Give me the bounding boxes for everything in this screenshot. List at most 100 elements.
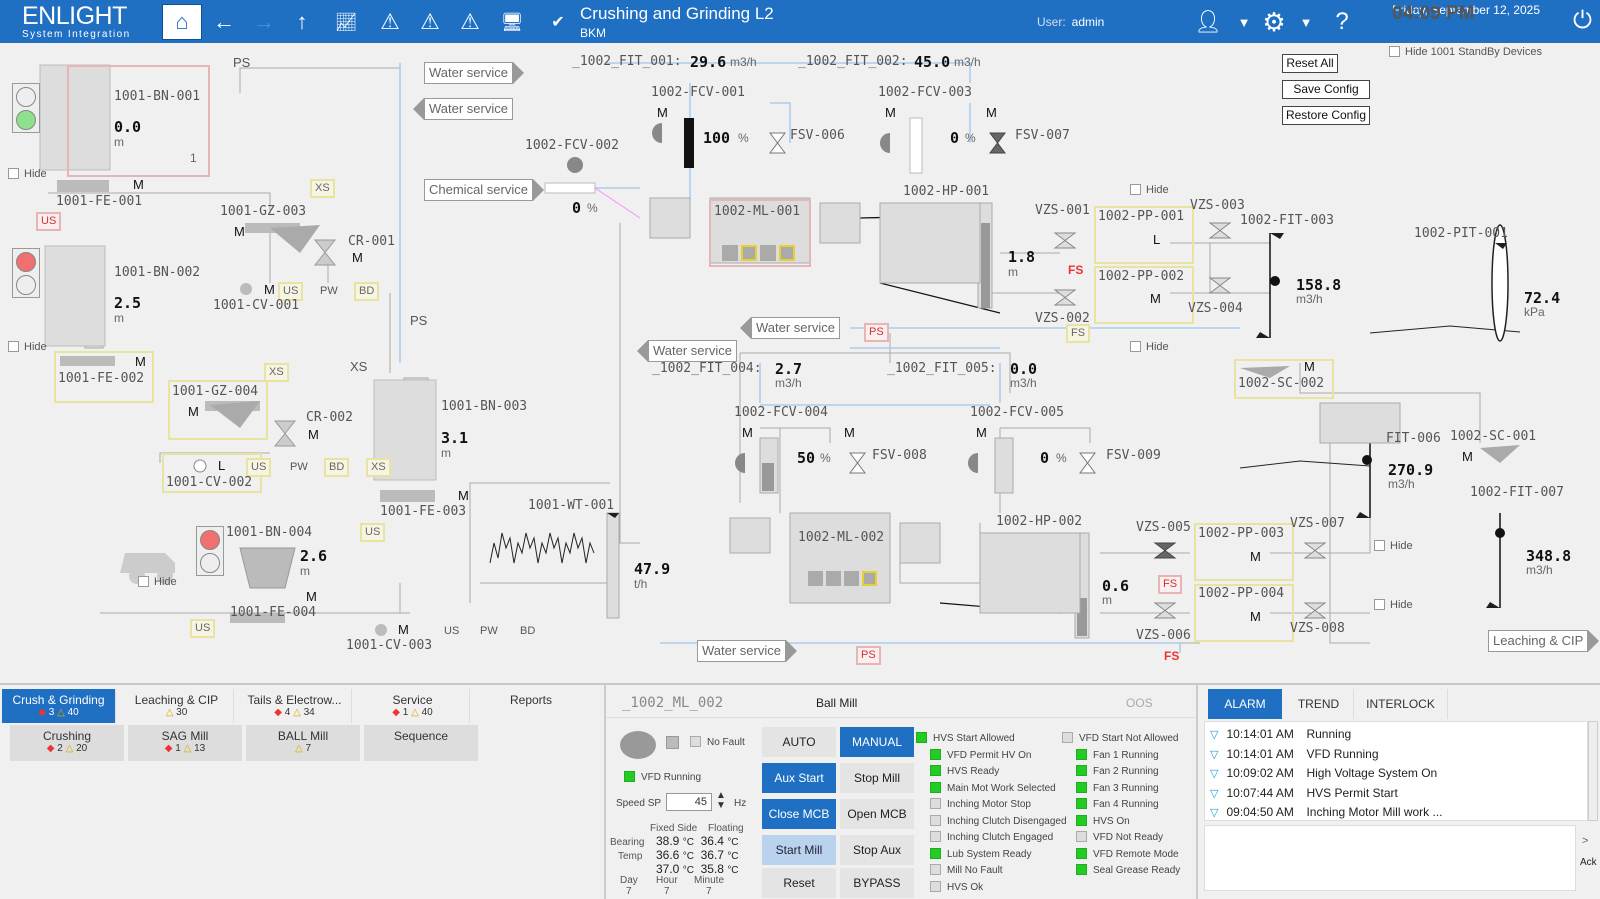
- stop-aux-button[interactable]: Stop Aux: [840, 835, 914, 865]
- cr001-tag: CR-001: [348, 234, 395, 249]
- faceplate-name: Ball Mill: [816, 696, 858, 710]
- bypass-button[interactable]: BYPASS: [840, 868, 914, 898]
- wt001-unit: t/h: [634, 577, 648, 591]
- fit007-unit: m3/h: [1526, 563, 1553, 577]
- settings-gear-icon[interactable]: ⚙: [1256, 4, 1292, 40]
- alarm-row[interactable]: 10:09:02 AM High Voltage System On: [1210, 766, 1437, 780]
- trend-chart-icon[interactable]: 📈︎: [328, 4, 364, 40]
- hide-checkbox-pp002[interactable]: Hide: [1130, 341, 1169, 353]
- logout-icon[interactable]: ⏻: [1573, 7, 1592, 35]
- acknowledge-check-icon[interactable]: ✔: [540, 4, 576, 40]
- tab-service[interactable]: Service ◆ 1 △ 40: [356, 689, 470, 723]
- alarm-suppress-icon[interactable]: ⚠: [452, 4, 488, 40]
- chemical-service-out[interactable]: Chemical service: [424, 179, 544, 201]
- water-service-out-1[interactable]: Water service: [424, 62, 524, 84]
- bn001-tag: 1001-BN-001: [114, 89, 201, 104]
- alarm-list-scrollbar[interactable]: [1588, 721, 1598, 821]
- tab-leaching-cip[interactable]: Leaching & CIP △ 30: [120, 689, 234, 723]
- hide-checkbox-pp003[interactable]: Hide: [1374, 540, 1413, 552]
- open-mcb-button[interactable]: Open MCB: [840, 799, 914, 829]
- water-service-in-2[interactable]: Water service: [740, 317, 840, 339]
- hide-checkbox-pp001[interactable]: Hide: [1130, 184, 1169, 196]
- user-menu-icon[interactable]: 👤︎: [1190, 4, 1226, 40]
- save-config-button[interactable]: Save Config: [1282, 80, 1370, 99]
- status-lamp: [1076, 864, 1087, 875]
- ml001-state-boxes[interactable]: [722, 245, 804, 261]
- hide-checkbox-bn004[interactable]: Hide: [138, 576, 177, 588]
- interlock-indicator: HVS Ok: [930, 880, 983, 893]
- fcv002-value: 0: [572, 199, 582, 217]
- stop-mill-button[interactable]: Stop Mill: [840, 763, 914, 793]
- yellow-count: 40: [421, 707, 433, 718]
- tab-label: Reports: [509, 693, 553, 707]
- fcv004-motor-2: M: [844, 425, 855, 440]
- tab-tails-electrowinning[interactable]: Tails & Electrow... ◆ 4 △ 34: [238, 689, 352, 723]
- ml002-state-boxes[interactable]: [808, 571, 890, 587]
- back-arrow-icon[interactable]: ←: [206, 4, 242, 40]
- hide-checkbox-bn002[interactable]: Hide: [8, 341, 47, 353]
- bearing-temps: 38.9 °C 36.4 °C 36.6 °C 36.7 °C 37.0 °C …: [656, 835, 739, 877]
- tab-reports[interactable]: Reports: [474, 689, 588, 723]
- status-lamp: [930, 880, 941, 892]
- interlock-indicator: Lub System Ready: [930, 847, 1032, 860]
- aux-start-button[interactable]: Aux Start: [762, 763, 836, 793]
- home-icon[interactable]: ⌂: [162, 4, 202, 40]
- indicator-label: HVS On: [1093, 815, 1130, 827]
- fcv003-tag: 1002-FCV-003: [878, 85, 972, 100]
- ml001-tag: 1002-ML-001: [714, 204, 801, 219]
- hide-checkbox-pp004[interactable]: Hide: [1374, 599, 1413, 611]
- forward-arrow-icon[interactable]: →: [246, 4, 282, 40]
- hide-standby-checkbox[interactable]: Hide 1001 StandBy Devices: [1389, 46, 1542, 58]
- water-service-in-1[interactable]: Water service: [413, 98, 513, 120]
- oos-toggle[interactable]: OOS: [1126, 696, 1153, 710]
- speed-stepper[interactable]: ▲ ▼: [716, 791, 726, 811]
- manual-button[interactable]: MANUAL: [840, 727, 914, 757]
- help-icon[interactable]: ?: [1324, 4, 1360, 40]
- fcv005-value: 0: [1040, 449, 1050, 467]
- reset-button[interactable]: Reset: [762, 868, 836, 898]
- leaching-cip-link[interactable]: Leaching & CIP: [1488, 630, 1600, 652]
- subtab-crushing[interactable]: Crushing ◆ 2 △ 20: [10, 725, 124, 761]
- fixed-side-header: Fixed Side: [650, 823, 698, 834]
- chevron-down-icon[interactable]: ▼: [1288, 4, 1324, 40]
- subtab-sag-mill[interactable]: SAG Mill ◆ 1 △ 13: [128, 725, 242, 761]
- pp003-tag: 1002-PP-003: [1198, 526, 1285, 541]
- speed-sp-input[interactable]: 45: [666, 793, 712, 811]
- ack-button[interactable]: Ack: [1580, 857, 1597, 868]
- tab-interlock[interactable]: INTERLOCK: [1354, 689, 1448, 719]
- alarm-row[interactable]: 09:04:50 AM Inching Motor Mill work ...: [1210, 805, 1442, 819]
- fe002-tag: 1001-FE-002: [58, 371, 145, 386]
- tab-crush-grinding[interactable]: Crush & Grinding ◆ 3 △ 40: [2, 689, 116, 723]
- logo-main: ENLIGHT: [22, 2, 127, 30]
- tab-trend[interactable]: TREND: [1284, 689, 1354, 719]
- expand-chevron-icon[interactable]: >: [1582, 835, 1588, 847]
- hide-checkbox-bn001[interactable]: Hide: [8, 168, 47, 180]
- water-service-out-2[interactable]: Water service: [697, 640, 797, 662]
- status-lamp: [930, 781, 941, 793]
- reset-all-button[interactable]: Reset All: [1282, 54, 1338, 73]
- status-lamp: [916, 732, 927, 743]
- cv003-motor: M: [398, 622, 409, 637]
- alarm-row[interactable]: 10:14:01 AM VFD Running: [1210, 747, 1378, 761]
- tab-alarm[interactable]: ALARM: [1208, 689, 1282, 719]
- status-lamp: [1076, 781, 1087, 793]
- start-mill-button[interactable]: Start Mill: [762, 835, 836, 865]
- subtab-sequence[interactable]: Sequence: [364, 725, 478, 761]
- auto-button[interactable]: AUTO: [762, 727, 836, 757]
- yellow-count: 30: [176, 707, 188, 718]
- restore-config-button[interactable]: Restore Config: [1282, 106, 1370, 125]
- alarm-text: Running: [1306, 727, 1352, 741]
- day-label: Day: [620, 875, 638, 886]
- alarm-icon[interactable]: ⚠: [372, 4, 408, 40]
- subtab-ball-mill[interactable]: BALL Mill △ 7: [246, 725, 360, 761]
- close-mcb-button[interactable]: Close MCB: [762, 799, 836, 829]
- interlock-indicator: Fan 4 Running: [1076, 798, 1159, 810]
- water-service-in-3[interactable]: Water service: [637, 340, 737, 362]
- alarm-history-icon[interactable]: ⚠: [412, 4, 448, 40]
- temp-float-3: 35.8: [700, 862, 724, 876]
- alarm-row[interactable]: 10:07:44 AM HVS Permit Start: [1210, 786, 1397, 800]
- alarm-row[interactable]: 10:14:01 AM Running: [1210, 727, 1351, 741]
- monitor-icon[interactable]: 🖥︎: [494, 4, 530, 40]
- up-arrow-icon[interactable]: ↑: [284, 4, 320, 40]
- indicator-label: Lub System Ready: [947, 848, 1032, 860]
